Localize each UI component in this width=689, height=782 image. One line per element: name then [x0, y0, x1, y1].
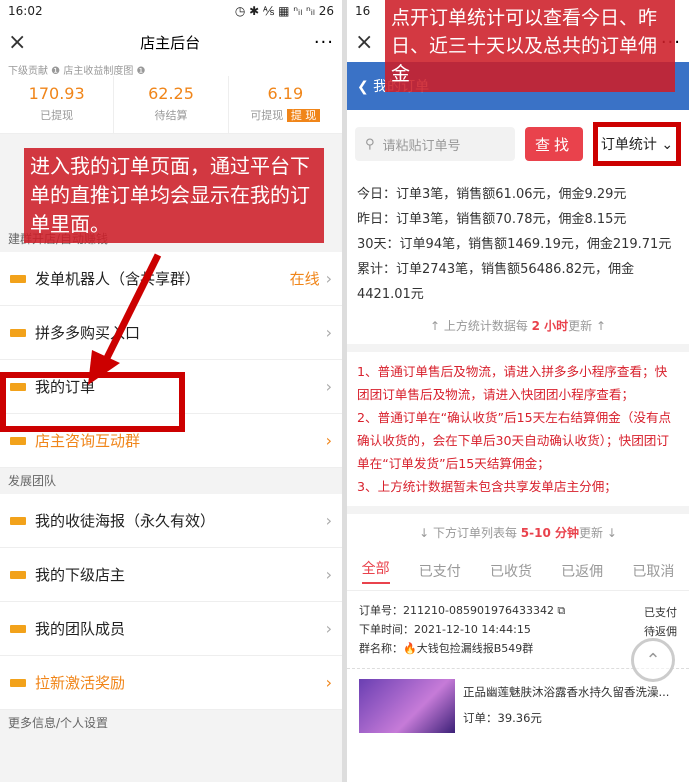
status-line: 已支付 — [644, 606, 677, 619]
row-sub-owners[interactable]: 我的下级店主 › — [0, 548, 342, 602]
tab-cancelled[interactable]: 已取消 — [632, 561, 674, 581]
nav-bar: × 店主后台 ··· — [0, 22, 342, 62]
chevron-right-icon: › — [325, 323, 332, 342]
search-button[interactable]: 查找 — [525, 127, 583, 161]
order-search-input[interactable]: ⚲ 请粘贴订单号 — [355, 127, 515, 161]
stat-withdrawn: 170.93 已提现 — [0, 76, 115, 133]
update-interval: 5-10 分钟 — [520, 526, 580, 540]
search-placeholder: 请粘贴订单号 — [382, 138, 461, 154]
row-reward[interactable]: 拉新激活奖励 › — [0, 656, 342, 710]
stat-value: 6.19 — [267, 84, 304, 103]
scroll-top-button[interactable]: ⌃ — [631, 638, 675, 682]
order-group: 群名称：🔥大钱包捡漏线报B549群 — [359, 642, 534, 655]
list-bullet-icon — [10, 328, 26, 337]
annotation-overlay: 点开订单统计可以查看今日、昨日、近三十天以及总共的订单佣金 — [385, 0, 675, 92]
search-icon: ⚲ — [365, 136, 375, 152]
chevron-right-icon: › — [325, 431, 332, 450]
close-icon[interactable]: × — [355, 30, 373, 55]
annotation-overlay: 进入我的订单页面，通过平台下单的直推订单均会显示在我的订单里面。 — [24, 148, 324, 243]
stat-available: 6.19 可提现 提 现 — [229, 76, 342, 133]
close-icon[interactable]: × — [8, 30, 26, 55]
stat-label: 可提现 提 现 — [229, 107, 342, 123]
chevron-right-icon: › — [325, 619, 332, 638]
section-header: 发展团队 — [8, 474, 57, 488]
left-panel: 16:02 ◷ ✱ ⅍ ▦ ⁿᵢₗ ⁿᵢₗ 26 × 店主后台 ··· 下级贡献… — [0, 0, 342, 782]
note-item: 1、普通订单售后及物流，请进入拼多多小程序查看；快团团订单售后及物流，请进入快团… — [357, 364, 668, 402]
stat-label: 已提现 — [40, 109, 74, 122]
chevron-right-icon: › — [325, 377, 332, 396]
product-row[interactable]: 正品幽莲魅肤沐浴露香水持久留香洗澡... 订单：39.36元 — [347, 669, 689, 743]
list-bullet-icon — [10, 274, 26, 283]
row-poster[interactable]: 我的收徒海报（永久有效） › — [0, 494, 342, 548]
stat-value: 170.93 — [28, 84, 85, 103]
list-bullet-icon — [10, 570, 26, 579]
search-row: ⚲ 请粘贴订单号 查找 订单统计 ⌄ — [347, 110, 689, 178]
row-label: 拼多多购买入口 — [35, 324, 141, 342]
tab-paid[interactable]: 已支付 — [419, 561, 461, 581]
notes-block: 1、普通订单售后及物流，请进入拼多多小程序查看；快团团订单售后及物流，请进入快团… — [347, 352, 689, 514]
summary-total: 累计：订单2743笔，销售额56486.82元，佣金4421.01元 — [357, 262, 635, 302]
order-number: 订单号：211210-085901976433342 ⧉ — [359, 604, 566, 617]
chevron-right-icon: › — [325, 511, 332, 530]
row-label: 拉新激活奖励 — [35, 674, 126, 692]
note-item: 3、上方统计数据暂未包含共享发单店主分佣； — [357, 479, 617, 494]
row-team[interactable]: 我的团队成员 › — [0, 602, 342, 656]
stat-label: 待结算 — [154, 109, 188, 122]
list-bullet-icon — [10, 678, 26, 687]
top-links[interactable]: 下级贡献 ❶ 店主收益制度图 ❶ — [0, 62, 342, 76]
product-image — [359, 679, 455, 733]
earnings-stats: 170.93 已提现 62.25 待结算 6.19 可提现 提 现 — [0, 76, 342, 134]
summary-today: 今日：订单3笔，销售额61.06元，佣金9.29元 — [357, 187, 627, 202]
list-bullet-icon — [10, 516, 26, 525]
row-label: 我的团队成员 — [35, 620, 126, 638]
list-bullet-icon — [10, 624, 26, 633]
row-pdd-entry[interactable]: 拼多多购买入口 › — [0, 306, 342, 360]
row-label: 我的收徒海报（永久有效） — [35, 512, 216, 530]
order-stats-dropdown[interactable]: 订单统计 ⌄ — [593, 122, 681, 166]
update-text: 更新 ↑ — [568, 319, 607, 333]
right-panel: 16 × ··· ❮ 我的订单 ⚲请粘贴订单号 查找 订单统计 ⌄ 今日：订单3… — [347, 0, 689, 782]
summary-30days: 30天：订单94笔，销售额1469.19元，佣金219.71元 — [357, 237, 672, 252]
section-header: 更多信息/个人设置 — [8, 716, 109, 730]
more-icon[interactable]: ··· — [314, 32, 334, 53]
update-text: ↑ 上方统计数据每 — [429, 319, 532, 333]
withdraw-button[interactable]: 提 现 — [286, 109, 321, 122]
row-label: 店主咨询互动群 — [35, 432, 141, 450]
chevron-right-icon: › — [325, 269, 332, 288]
update-interval: 2 小时 — [531, 319, 569, 333]
stat-pending: 62.25 待结算 — [114, 76, 229, 133]
update-text: ↓ 下方订单列表每 — [419, 526, 521, 540]
tab-all[interactable]: 全部 — [361, 558, 390, 584]
update-note-bottom: ↓ 下方订单列表每 5-10 分钟更新 ↓ — [347, 514, 689, 551]
row-bot[interactable]: 发单机器人（含共享群） 在线 › — [0, 252, 342, 306]
arrow-up-icon: ⌃ — [645, 649, 661, 671]
summary-block: 今日：订单3笔，销售额61.06元，佣金9.29元 昨日：订单3笔，销售额70.… — [347, 178, 689, 307]
page-title: 店主后台 — [140, 33, 201, 52]
update-text: 更新 ↓ — [579, 526, 617, 540]
update-note-top: ↑ 上方统计数据每 2 小时更新 ↑ — [347, 307, 689, 352]
status-time: 16 — [355, 4, 371, 18]
product-price: 订单：39.36元 — [463, 711, 542, 725]
tab-rebated[interactable]: 已返佣 — [561, 561, 603, 581]
status-icons: ◷ ✱ ⅍ ▦ ⁿᵢₗ ⁿᵢₗ 26 — [234, 4, 334, 18]
note-item: 2、普通订单在“确认收货”后15天左右结算佣金（没有点确认收货的，会在下单后30… — [357, 410, 672, 471]
order-tabs: 全部 已支付 已收货 已返佣 已取消 — [347, 551, 689, 591]
stat-label-text: 可提现 — [250, 109, 284, 122]
product-title: 正品幽莲魅肤沐浴露香水持久留香洗澡... — [463, 685, 670, 699]
chevron-right-icon: › — [325, 673, 332, 692]
order-status: 已支付 待返佣 — [644, 603, 677, 641]
online-status: 在线 — [289, 270, 320, 288]
status-time: 16:02 — [8, 4, 43, 18]
list-bullet-icon — [10, 436, 26, 445]
status-bar: 16:02 ◷ ✱ ⅍ ▦ ⁿᵢₗ ⁿᵢₗ 26 — [0, 0, 342, 22]
summary-yesterday: 昨日：订单3笔，销售额70.78元，佣金8.15元 — [357, 212, 627, 227]
tab-received[interactable]: 已收货 — [490, 561, 532, 581]
row-label: 我的下级店主 — [35, 566, 126, 584]
chevron-right-icon: › — [325, 565, 332, 584]
product-info: 正品幽莲魅肤沐浴露香水持久留香洗澡... 订单：39.36元 — [463, 679, 669, 733]
arrow-icon — [88, 253, 162, 385]
stat-value: 62.25 — [148, 84, 194, 103]
order-time: 下单时间：2021-12-10 14:44:15 — [359, 623, 531, 636]
